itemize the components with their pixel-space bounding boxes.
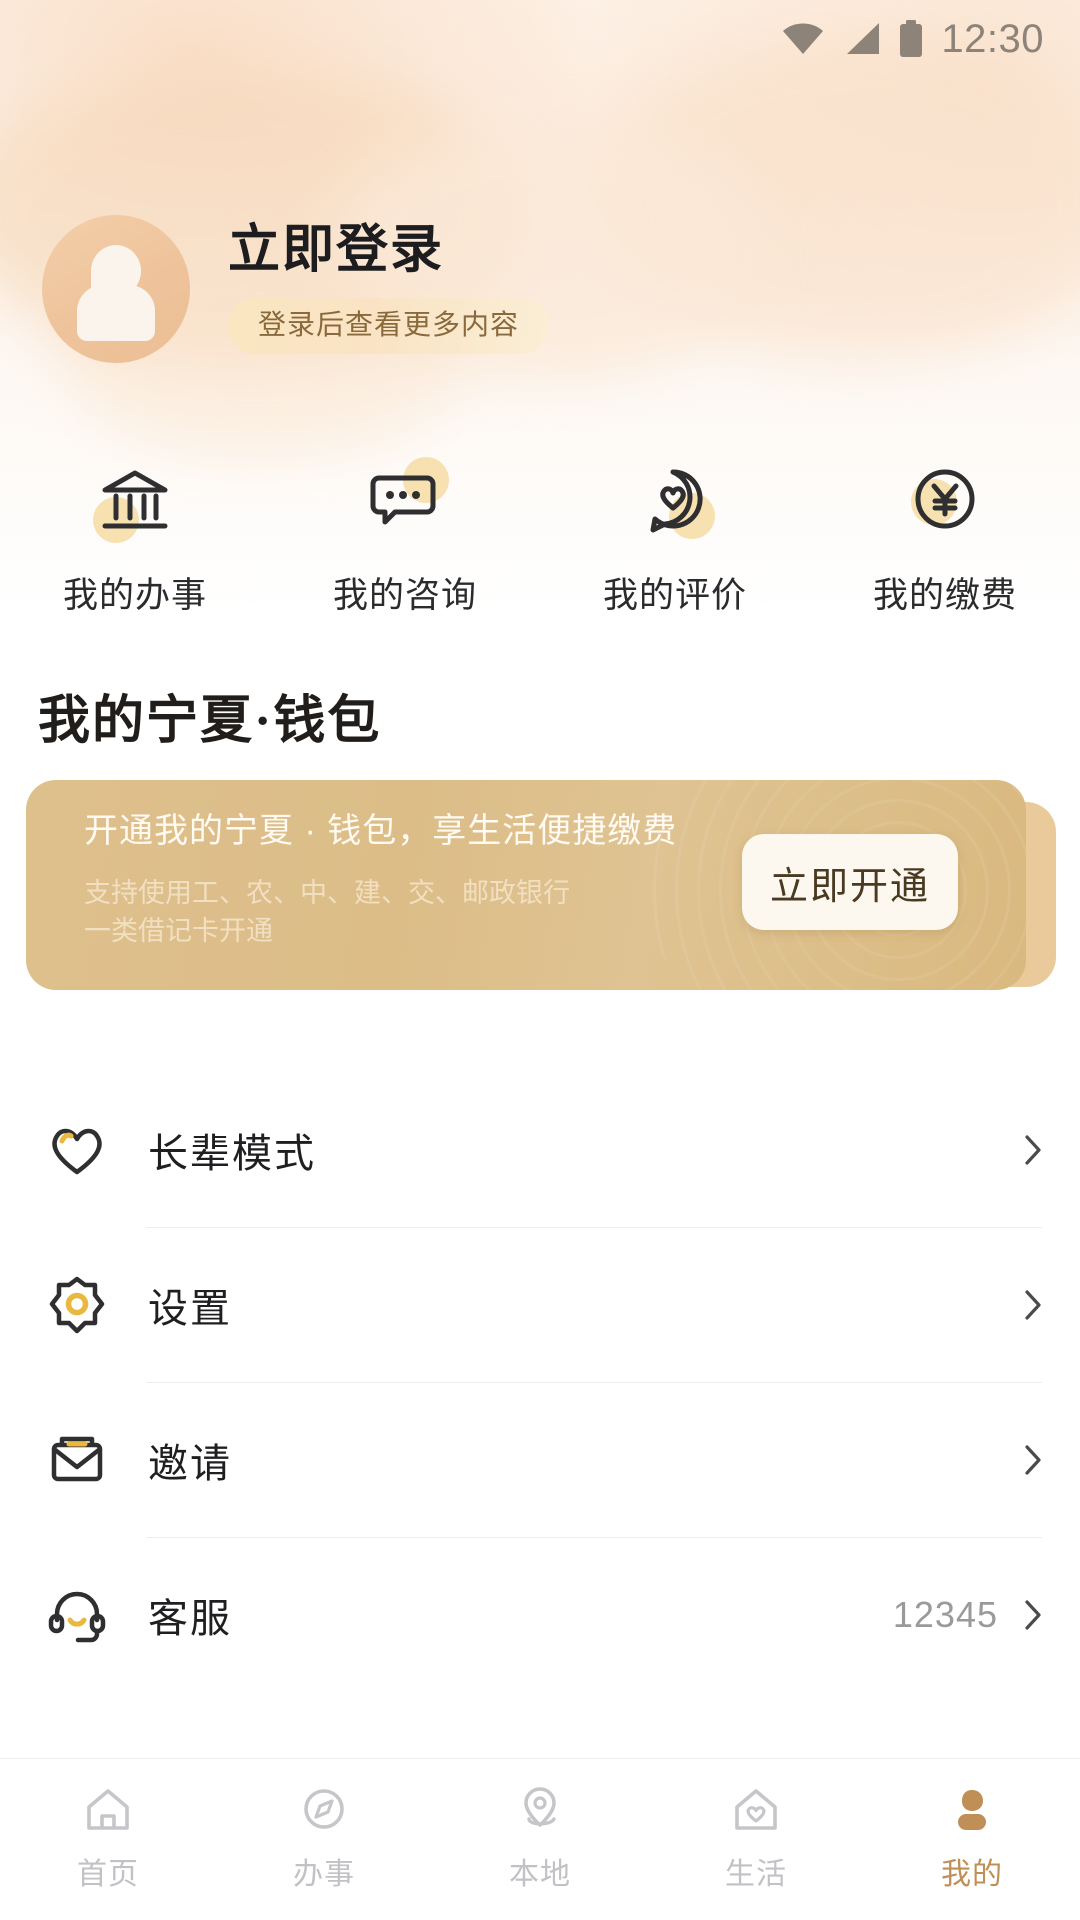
- menu-item-elder-mode[interactable]: 长辈模式: [38, 1072, 1042, 1227]
- envelope-icon: [51, 1436, 103, 1481]
- home-icon: [87, 1789, 129, 1830]
- avatar[interactable]: [42, 215, 190, 363]
- activate-wallet-button[interactable]: 立即开通: [742, 834, 958, 930]
- menu-item-label: 邀请: [148, 1441, 232, 1486]
- tab-label: 我的: [941, 1858, 1003, 1891]
- tab-local[interactable]: 本地: [432, 1781, 648, 1893]
- wifi-icon: [783, 23, 824, 54]
- menu-item-label: 客服: [148, 1596, 232, 1641]
- status-bar: 12:30: [0, 0, 1080, 78]
- bottom-navigation: 首页 办事 本地 生活 我的: [0, 1758, 1080, 1920]
- menu-item-label: 设置: [148, 1286, 232, 1331]
- quick-action-label: 我的办事: [62, 576, 207, 615]
- quick-action-my-review[interactable]: 我的评价: [540, 455, 810, 618]
- profile-header[interactable]: 立即登录 登录后查看更多内容: [42, 215, 550, 363]
- quick-action-my-payment[interactable]: 我的缴费: [810, 455, 1080, 618]
- app-screen: 12:30 立即登录 登录后查看更多内容 我的办事 我的咨询 我的评价 我的缴费…: [0, 0, 1080, 1920]
- login-hint-badge[interactable]: 登录后查看更多内容: [228, 298, 550, 354]
- menu-item-label: 长辈模式: [148, 1131, 316, 1176]
- menu-item-invite[interactable]: 邀请: [38, 1382, 1042, 1537]
- signal-icon: [847, 23, 880, 54]
- tab-label: 首页: [77, 1858, 139, 1891]
- chevron-right-icon: [1025, 1289, 1041, 1320]
- quick-actions: 我的办事 我的咨询 我的评价 我的缴费: [0, 455, 1080, 618]
- heart-bubble-icon: [650, 469, 703, 533]
- tab-life[interactable]: 生活: [648, 1781, 864, 1893]
- settings-menu: 长辈模式 设置 邀请 客服 12345: [0, 1072, 1080, 1692]
- menu-item-settings[interactable]: 设置: [38, 1227, 1042, 1382]
- banner-headline: 开通我的宁夏 · 钱包，享生活便捷缴费: [84, 812, 678, 850]
- quick-action-label: 我的缴费: [872, 576, 1017, 615]
- heart-icon: [52, 1128, 102, 1174]
- tab-label: 生活: [725, 1858, 787, 1891]
- gear-icon: [49, 1276, 105, 1333]
- bank-building-icon: [102, 470, 168, 529]
- tab-label: 办事: [293, 1858, 355, 1891]
- chevron-right-icon: [1025, 1599, 1041, 1630]
- location-icon: [524, 1787, 556, 1827]
- menu-item-customer-service[interactable]: 客服 12345: [38, 1537, 1042, 1692]
- quick-action-label: 我的评价: [602, 576, 747, 615]
- tab-affairs[interactable]: 办事: [216, 1781, 432, 1893]
- banner-subline-2: 一类借记卡开通: [84, 916, 273, 947]
- battery-icon: [900, 20, 923, 57]
- tab-home[interactable]: 首页: [0, 1781, 216, 1893]
- house-heart-icon: [735, 1789, 777, 1830]
- chat-bubbles-icon: [370, 475, 436, 525]
- status-bar-time: 12:30: [941, 16, 1044, 61]
- menu-item-value: 12345: [892, 1593, 998, 1635]
- headset-icon: [48, 1591, 106, 1642]
- chevron-right-icon: [1025, 1444, 1041, 1475]
- quick-action-my-consult[interactable]: 我的咨询: [270, 455, 540, 618]
- person-icon: [958, 1790, 986, 1830]
- tab-label: 本地: [509, 1858, 571, 1891]
- tab-mine[interactable]: 我的: [864, 1781, 1080, 1893]
- banner-subline-1: 支持使用工、农、中、建、交、邮政银行: [84, 878, 570, 908]
- compass-icon: [304, 1789, 344, 1829]
- page-title[interactable]: 立即登录: [228, 224, 549, 276]
- chevron-right-icon: [1025, 1134, 1041, 1165]
- wallet-banner[interactable]: 开通我的宁夏 · 钱包，享生活便捷缴费 支持使用工、农、中、建、交、邮政银行 一…: [0, 780, 1080, 1010]
- quick-action-label: 我的咨询: [332, 576, 477, 615]
- wallet-section-title: 我的宁夏·钱包: [38, 693, 382, 750]
- quick-action-my-affairs[interactable]: 我的办事: [0, 455, 270, 618]
- yuan-circle-icon: [915, 469, 975, 529]
